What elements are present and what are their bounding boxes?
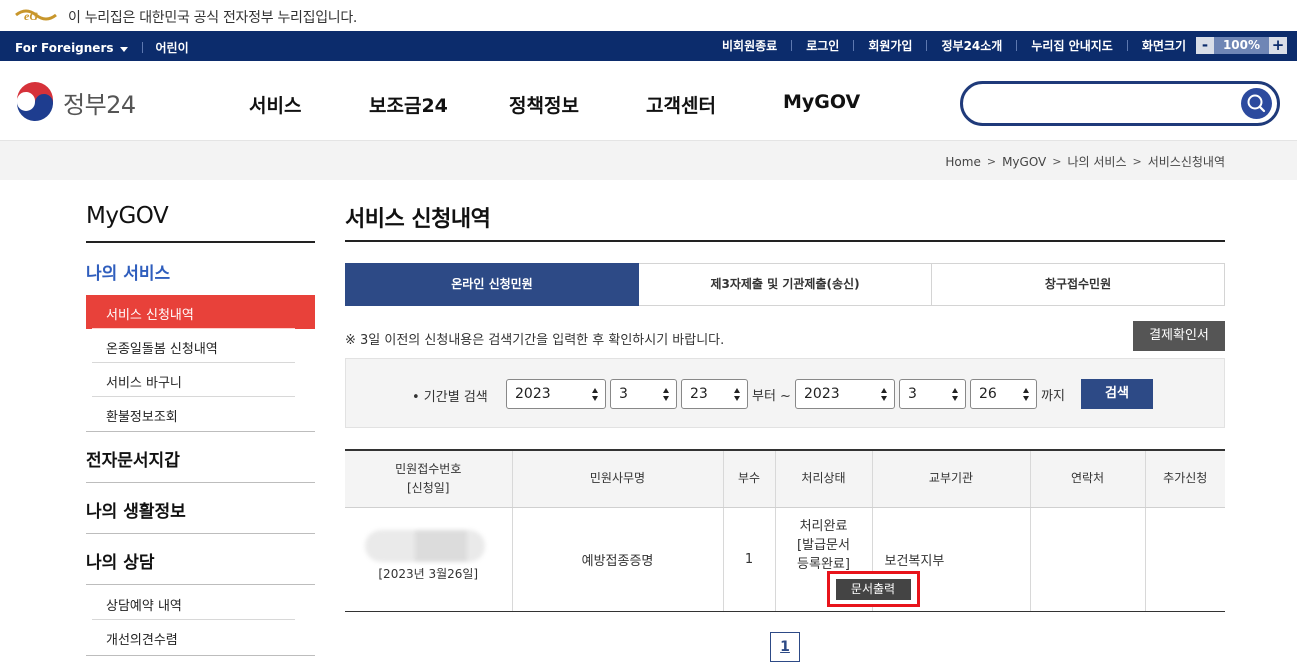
kids-link[interactable]: 어린이: [156, 39, 189, 56]
from-day-select[interactable]: 23: [681, 379, 748, 409]
from-year-select[interactable]: 2023: [506, 379, 606, 409]
logo-text: 정부24: [63, 90, 136, 119]
zoom-in-button[interactable]: +: [1269, 37, 1287, 54]
to-month-select[interactable]: 3: [899, 379, 966, 409]
cell-receipt-no: [2023년 3월26일]: [345, 507, 512, 612]
search-button[interactable]: [1241, 88, 1272, 119]
redacted-receipt-number: [365, 529, 485, 562]
egov-logo-icon: eG: [15, 9, 57, 23]
breadcrumb-current: 서비스신청내역: [1147, 155, 1225, 169]
site-header: 정부24 서비스 보조금24 정책정보 고객센터 MyGOV: [0, 61, 1297, 141]
sidebar-section-my-consultation[interactable]: 나의 상담: [86, 533, 315, 584]
tab-online-applications[interactable]: 온라인 신청민원: [345, 263, 639, 306]
zoom-value: 100%: [1214, 37, 1269, 54]
col-header-extra: 추가신청: [1144, 449, 1225, 508]
sidebar-section-e-document-wallet[interactable]: 전자문서지갑: [86, 431, 315, 482]
login-link[interactable]: 로그인: [806, 37, 839, 54]
notice-text: 이 누리집은 대한민국 공식 전자정부 누리집입니다.: [68, 10, 358, 26]
to-day-select[interactable]: 26: [970, 379, 1037, 409]
breadcrumb-my-services[interactable]: 나의 서비스: [1067, 153, 1126, 170]
utility-bar: For Foreigners 어린이 비회원종료 로그인 회원가입 정부24소개…: [0, 31, 1297, 61]
sitemap-link[interactable]: 누리집 안내지도: [1031, 37, 1112, 54]
status-text: 처리완료 [발급문서 등록완료]: [797, 518, 850, 572]
sidebar-section-my-services[interactable]: 나의 서비스: [86, 259, 170, 284]
cell-agency: 보건복지부: [871, 507, 1030, 612]
breadcrumb-home[interactable]: Home: [945, 155, 980, 169]
tab-list: 온라인 신청민원 제3자제출 및 기관제출(송신) 창구접수민원: [345, 263, 1225, 306]
col-header-service-name: 민원사무명: [511, 449, 723, 508]
nav-policy[interactable]: 정책정보: [509, 91, 646, 118]
select-arrows-icon: [663, 388, 670, 401]
sidebar-section-my-life-info[interactable]: 나의 생활정보: [86, 482, 315, 533]
main-nav: 서비스 보조금24 정책정보 고객센터 MyGOV: [249, 91, 860, 118]
about-link[interactable]: 정부24소개: [941, 37, 1002, 54]
sidebar-item-consult-reservations[interactable]: 상담예약 내역: [86, 586, 315, 620]
tab-counter-applications[interactable]: 창구접수민원: [932, 263, 1225, 306]
signup-link[interactable]: 회원가입: [868, 37, 912, 54]
for-foreigners-menu[interactable]: For Foreigners: [15, 41, 128, 55]
select-arrows-icon: [952, 388, 959, 401]
sidebar-item-service-applications[interactable]: 서비스 신청내역: [86, 295, 315, 329]
col-header-receipt-no: 민원접수번호 [신청일]: [345, 449, 512, 508]
nav-mygov[interactable]: MyGOV: [783, 91, 860, 118]
sidebar-item-all-day-care[interactable]: 온종일돌봄 신청내역: [86, 329, 315, 363]
search-input[interactable]: [981, 92, 1231, 116]
table-header-row: 민원접수번호 [신청일] 민원사무명 부수 처리상태 교부기관 연락처 추가신청: [345, 449, 1225, 508]
period-search-box: • 기간별 검색 2023 3 23 부터 ~ 2023 3 26 까지 검색: [345, 358, 1225, 428]
nav-subsidy24[interactable]: 보조금24: [369, 91, 509, 118]
tab-third-party-submission[interactable]: 제3자제출 및 기관제출(송신): [639, 263, 932, 306]
site-logo[interactable]: 정부24: [14, 81, 136, 123]
col-header-status: 처리상태: [774, 449, 872, 508]
from-text: 부터 ~: [752, 389, 791, 404]
page-1-link[interactable]: 1: [770, 632, 800, 662]
chevron-right-icon: >: [1052, 155, 1062, 168]
to-year-select[interactable]: 2023: [795, 379, 895, 409]
period-search-button[interactable]: 검색: [1081, 379, 1153, 409]
table-row: [2023년 3월26일] 예방접종증명 1 처리완료 [발급문서 등록완료] …: [345, 507, 1225, 612]
chevron-right-icon: >: [986, 155, 997, 168]
caret-down-icon: [119, 46, 128, 52]
nav-services[interactable]: 서비스: [249, 91, 369, 118]
cell-extra: [1144, 507, 1225, 612]
col-header-agency: 교부기관: [871, 449, 1030, 508]
official-notice-bar: eG 이 누리집은 대한민국 공식 전자정부 누리집입니다.: [0, 0, 1297, 31]
to-text: 까지: [1041, 389, 1065, 404]
page-title: 서비스 신청내역: [345, 207, 491, 232]
svg-text:eG: eG: [24, 9, 38, 23]
breadcrumb-mygov[interactable]: MyGOV: [1002, 155, 1046, 169]
screen-size-label: 화면크기: [1141, 39, 1186, 53]
cell-contact: [1029, 507, 1145, 612]
payment-receipt-button[interactable]: 결제확인서: [1133, 321, 1225, 351]
chevron-right-icon: >: [1132, 155, 1142, 168]
cell-service-name: 예방접종증명: [511, 507, 723, 612]
search-icon: [1247, 94, 1266, 113]
cell-status: 처리완료 [발급문서 등록완료] 문서출력: [774, 507, 920, 612]
application-table: 민원접수번호 [신청일] 민원사무명 부수 처리상태 교부기관 연락처 추가신청 …: [345, 449, 1225, 612]
guest-logout-link[interactable]: 비회원종료: [722, 37, 777, 54]
breadcrumb: Home > MyGOV > 나의 서비스 > 서비스신청내역: [945, 153, 1225, 170]
from-month-select[interactable]: 3: [610, 379, 677, 409]
col-header-contact: 연락처: [1029, 449, 1145, 508]
period-search-label: • 기간별 검색: [412, 390, 488, 405]
select-arrows-icon: [734, 388, 741, 401]
period-note: ※ 3일 이전의 신청내용은 검색기간을 입력한 후 확인하시기 바랍니다.: [345, 333, 725, 348]
zoom-control: - 100% +: [1196, 37, 1287, 54]
sidebar-item-refund-info[interactable]: 환불정보조회: [86, 397, 315, 431]
select-arrows-icon: [592, 388, 599, 401]
nav-customer-center[interactable]: 고객센터: [646, 91, 783, 118]
taegeuk-logo-icon: [15, 82, 55, 122]
col-header-copies: 부수: [722, 449, 775, 508]
sidebar-title: MyGOV: [86, 203, 169, 229]
select-arrows-icon: [881, 388, 888, 401]
zoom-out-button[interactable]: -: [1196, 37, 1214, 54]
breadcrumb-bar: Home > MyGOV > 나의 서비스 > 서비스신청내역: [0, 141, 1297, 180]
application-date: [2023년 3월26일]: [378, 566, 479, 581]
sidebar-item-feedback[interactable]: 개선의견수렴: [86, 620, 315, 654]
site-search: [960, 81, 1280, 126]
sidebar-item-service-basket[interactable]: 서비스 바구니: [86, 363, 315, 397]
select-arrows-icon: [1023, 388, 1030, 401]
cell-copies: 1: [722, 507, 775, 612]
